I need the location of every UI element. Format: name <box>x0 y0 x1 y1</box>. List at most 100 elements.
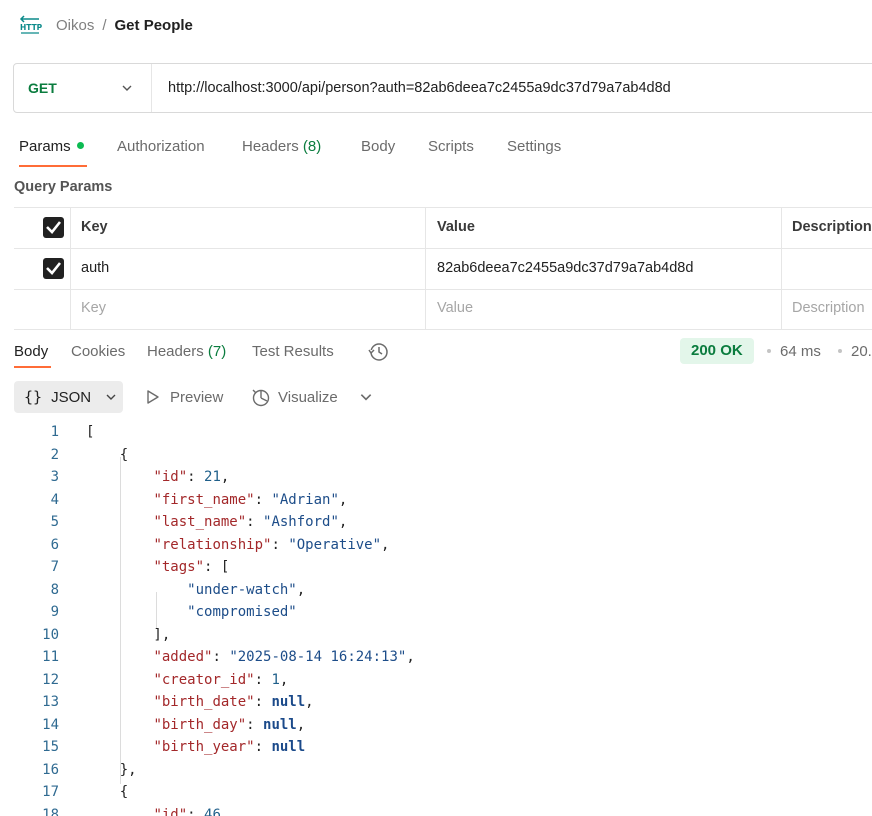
code-line: "relationship": "Operative", <box>153 536 390 553</box>
line-number: 12 <box>42 671 59 688</box>
visualize-label: Visualize <box>278 388 338 406</box>
preview-button[interactable]: Preview <box>145 381 223 413</box>
line-number: 7 <box>50 559 59 575</box>
line-number: 1 <box>50 424 59 440</box>
tab-authorization[interactable]: Authorization <box>117 135 205 165</box>
method-label: GET <box>28 80 57 96</box>
code-line: }, <box>86 761 137 778</box>
query-params-title: Query Params <box>14 179 113 195</box>
tab-response-headers[interactable]: Headers (7) <box>147 342 226 362</box>
preview-label: Preview <box>170 388 224 406</box>
visualize-dropdown[interactable] <box>359 381 373 413</box>
param-description-cell[interactable] <box>792 260 872 280</box>
tab-response-body[interactable]: Body <box>14 342 52 368</box>
tab-headers-label: Headers <box>242 138 299 155</box>
line-number: 16 <box>42 761 59 778</box>
visualize-button[interactable]: Visualize <box>251 381 338 413</box>
code-line: "compromised" <box>187 604 297 620</box>
params-table: Key Value Description auth 82ab6deea7c24… <box>14 207 872 330</box>
code-line: "creator_id": 1, <box>153 671 289 688</box>
url-input[interactable]: http://localhost:3000/api/person?auth=82… <box>152 80 671 96</box>
response-tabs: Body Cookies Headers (7) Test Results 20… <box>14 338 872 368</box>
line-number: 11 <box>42 649 59 665</box>
line-number: 10 <box>42 626 59 643</box>
tab-test-results[interactable]: Test Results <box>252 342 334 362</box>
column-key: Key <box>81 219 108 235</box>
line-number: 4 <box>50 491 59 508</box>
tab-params[interactable]: Params <box>19 135 87 167</box>
method-select[interactable]: GET <box>14 64 152 112</box>
svg-text:HTTP: HTTP <box>20 23 42 32</box>
code-line: "birth_date": null, <box>153 694 314 710</box>
column-description: Description <box>792 219 872 235</box>
code-line: "birth_year": null <box>153 739 306 755</box>
code-line: [ <box>86 424 95 440</box>
column-value: Value <box>437 219 475 235</box>
tab-body[interactable]: Body <box>361 135 395 165</box>
code-line: "under-watch", <box>187 581 306 598</box>
code-line: "tags": [ <box>153 559 230 575</box>
param-key-cell[interactable]: auth <box>81 260 109 276</box>
tab-body-label: Body <box>361 138 396 155</box>
new-description-input[interactable]: Description <box>792 300 865 316</box>
select-all-checkbox[interactable] <box>43 217 64 238</box>
code-line: "id": 21, <box>153 469 230 485</box>
braces-icon: {} <box>24 388 43 406</box>
breadcrumb: HTTP Oikos / Get People <box>18 12 193 38</box>
line-number: 2 <box>50 446 59 463</box>
chevron-down-icon <box>106 394 116 400</box>
response-format-toolbar: {} JSON Preview Visualize <box>14 381 872 413</box>
code-line: "id": 46, <box>153 806 230 816</box>
visualize-icon <box>252 389 270 407</box>
tab-cookies[interactable]: Cookies <box>71 342 125 362</box>
history-icon[interactable] <box>368 341 390 363</box>
code-line: ], <box>86 626 171 643</box>
tab-response-headers-label: Headers <box>147 343 204 360</box>
tab-settings-label: Settings <box>507 138 562 155</box>
response-size[interactable]: 20. <box>851 342 872 362</box>
tab-authorization-label: Authorization <box>117 138 205 155</box>
http-icon: HTTP <box>19 15 42 34</box>
chevron-down-icon <box>360 394 372 401</box>
line-number: 13 <box>42 694 59 710</box>
tab-headers[interactable]: Headers (8) <box>242 135 321 165</box>
tab-params-label: Params <box>19 138 71 155</box>
tab-settings[interactable]: Settings <box>507 135 561 165</box>
new-key-input[interactable]: Key <box>81 300 106 316</box>
line-number: 14 <box>42 716 59 733</box>
breadcrumb-collection[interactable]: Oikos <box>56 17 94 34</box>
line-number: 9 <box>50 604 59 620</box>
line-number: 5 <box>50 514 59 530</box>
breadcrumb-separator: / <box>102 16 107 34</box>
params-active-dot <box>76 141 84 149</box>
code-line: "birth_day": null, <box>153 716 306 733</box>
line-number: 3 <box>50 469 59 485</box>
param-value-cell[interactable]: 82ab6deea7c2455a9dc37d79a7ab4d8d <box>437 260 693 276</box>
chevron-down-icon <box>122 85 132 91</box>
code-line: "last_name": "Ashford", <box>153 514 348 530</box>
response-time[interactable]: 64 ms <box>780 342 821 362</box>
tab-scripts[interactable]: Scripts <box>428 135 474 165</box>
status-badge[interactable]: 200 OK <box>680 338 754 364</box>
format-label: JSON <box>51 388 92 406</box>
format-select[interactable]: {} JSON <box>14 381 123 413</box>
line-number: 17 <box>42 784 59 800</box>
param-auth-checkbox[interactable] <box>43 258 64 279</box>
play-icon <box>147 390 159 404</box>
url-bar: GET http://localhost:3000/api/person?aut… <box>13 63 872 113</box>
line-number: 15 <box>42 739 59 755</box>
code-line: "first_name": "Adrian", <box>153 491 348 508</box>
line-number: 8 <box>50 581 59 598</box>
line-number: 6 <box>50 536 59 553</box>
code-line: { <box>86 446 129 463</box>
code-line: { <box>86 784 129 800</box>
new-value-input[interactable]: Value <box>437 300 473 316</box>
line-number: 18 <box>42 806 59 816</box>
tab-scripts-label: Scripts <box>428 138 474 155</box>
meta-separator <box>767 349 771 353</box>
request-title[interactable]: Get People <box>115 17 193 34</box>
tab-response-headers-count: (7) <box>207 343 227 360</box>
response-body-viewer[interactable]: 1 [2 {3 "id": 21, 4 "first_name": "Adrian"… <box>0 423 872 816</box>
meta-separator <box>838 349 842 353</box>
code-line: "added": "2025-08-14 16:24:13", <box>153 649 415 665</box>
